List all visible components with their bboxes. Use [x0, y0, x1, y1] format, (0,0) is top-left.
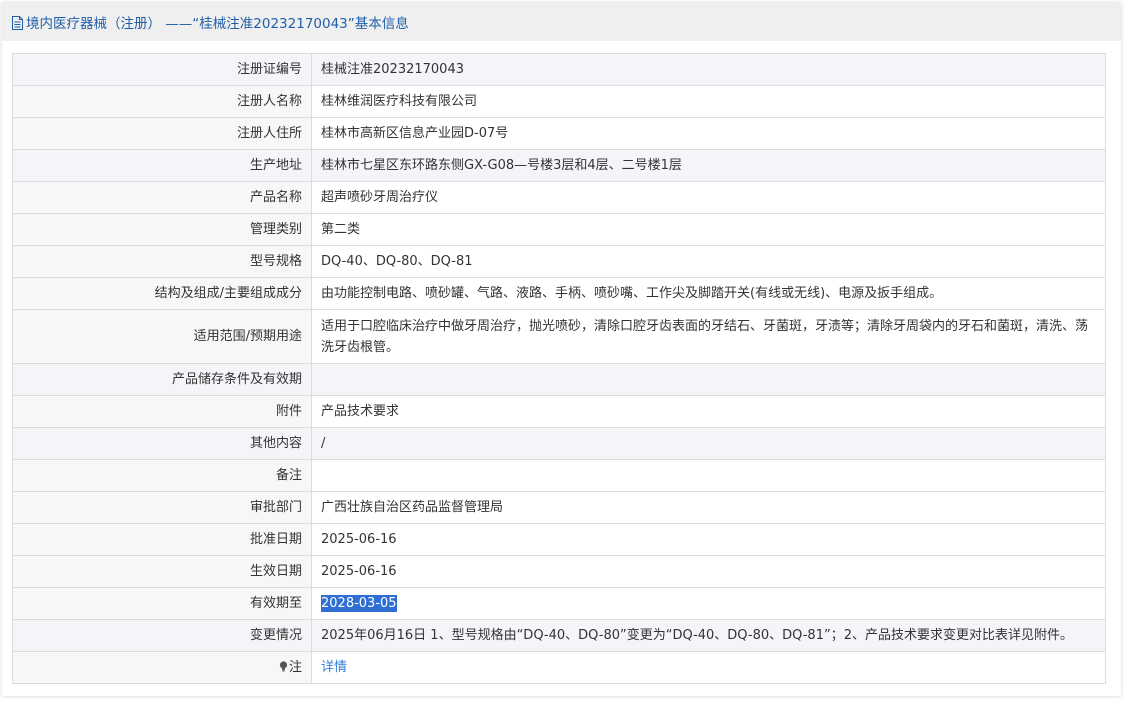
table-row: 产品储存条件及有效期 [12, 363, 1106, 396]
table-row: 适用范围/预期用途 适用于口腔临床治疗中做牙周治疗，抛光喷砂，清除口腔牙齿表面的… [12, 309, 1106, 364]
table-row: 管理类别 第二类 [12, 213, 1106, 246]
table-row: 有效期至 2028-03-05 [12, 587, 1106, 620]
details-link[interactable]: 详情 [321, 660, 347, 675]
field-label: 变更情况 [12, 619, 312, 652]
field-label: 其他内容 [12, 427, 312, 460]
field-value: DQ-40、DQ-80、DQ-81 [311, 245, 1106, 278]
table-row: 注 详情 [12, 651, 1106, 684]
field-value: / [311, 427, 1106, 460]
field-value: 第二类 [311, 213, 1106, 246]
field-label: 注册证编号 [12, 53, 312, 86]
table-row: 结构及组成/主要组成成分 由功能控制电路、喷砂罐、气路、液路、手柄、喷砂嘴、工作… [12, 277, 1106, 310]
note-label-cell: 注 [12, 651, 312, 684]
field-label: 附件 [12, 395, 312, 428]
field-label: 产品储存条件及有效期 [12, 363, 312, 396]
field-value: 广西壮族自治区药品监督管理局 [311, 491, 1106, 524]
field-value: 详情 [311, 651, 1106, 684]
table-row: 附件 产品技术要求 [12, 395, 1106, 428]
table-row: 注册人名称 桂林维润医疗科技有限公司 [12, 85, 1106, 118]
field-label: 注 [288, 660, 302, 675]
field-value: 桂林市高新区信息产业园D-07号 [311, 117, 1106, 150]
detail-table: 注册证编号 桂械注准20232170043 注册人名称 桂林维润医疗科技有限公司… [12, 53, 1106, 684]
field-label: 生产地址 [12, 149, 312, 182]
field-value: 由功能控制电路、喷砂罐、气路、液路、手柄、喷砂嘴、工作尖及脚踏开关(有线或无线)… [311, 277, 1106, 310]
field-value [311, 459, 1106, 492]
table-row: 审批部门 广西壮族自治区药品监督管理局 [12, 491, 1106, 524]
table-row: 型号规格 DQ-40、DQ-80、DQ-81 [12, 245, 1106, 278]
table-row: 产品名称 超声喷砂牙周治疗仪 [12, 181, 1106, 214]
table-row: 生效日期 2025-06-16 [12, 555, 1106, 588]
field-label: 适用范围/预期用途 [12, 309, 312, 364]
lightbulb-icon [279, 661, 288, 672]
field-label: 注册人住所 [12, 117, 312, 150]
field-value: 桂林维润医疗科技有限公司 [311, 85, 1106, 118]
selected-text: 2028-03-05 [321, 595, 397, 612]
table-row: 备注 [12, 459, 1106, 492]
table-row: 批准日期 2025-06-16 [12, 523, 1106, 556]
field-label: 备注 [12, 459, 312, 492]
field-value: 2025-06-16 [311, 523, 1106, 556]
field-value: 桂械注准20232170043 [311, 53, 1106, 86]
field-value [311, 363, 1106, 396]
field-label: 审批部门 [12, 491, 312, 524]
field-value: 适用于口腔临床治疗中做牙周治疗，抛光喷砂，清除口腔牙齿表面的牙结石、牙菌斑，牙渍… [311, 309, 1106, 364]
info-panel: 境内医疗器械（注册） ——“桂械注准20232170043”基本信息 注册证编号… [2, 3, 1121, 696]
page-title: 境内医疗器械（注册） ——“桂械注准20232170043”基本信息 [26, 16, 409, 32]
field-value: 超声喷砂牙周治疗仪 [311, 181, 1106, 214]
document-icon [12, 16, 23, 30]
field-label: 型号规格 [12, 245, 312, 278]
field-label: 有效期至 [12, 587, 312, 620]
table-row: 注册证编号 桂械注准20232170043 [12, 53, 1106, 86]
table-row: 生产地址 桂林市七星区东环路东侧GX-G08—号楼3层和4层、二号楼1层 [12, 149, 1106, 182]
field-value: 桂林市七星区东环路东侧GX-G08—号楼3层和4层、二号楼1层 [311, 149, 1106, 182]
field-label: 批准日期 [12, 523, 312, 556]
field-value: 产品技术要求 [311, 395, 1106, 428]
field-value: 2028-03-05 [311, 587, 1106, 620]
field-label: 管理类别 [12, 213, 312, 246]
table-row: 注册人住所 桂林市高新区信息产业园D-07号 [12, 117, 1106, 150]
panel-header: 境内医疗器械（注册） ——“桂械注准20232170043”基本信息 [2, 3, 1121, 41]
field-label: 结构及组成/主要组成成分 [12, 277, 312, 310]
table-row: 其他内容 / [12, 427, 1106, 460]
table-row: 变更情况 2025年06月16日 1、型号规格由“DQ-40、DQ-80”变更为… [12, 619, 1106, 652]
field-value: 2025-06-16 [311, 555, 1106, 588]
field-value: 2025年06月16日 1、型号规格由“DQ-40、DQ-80”变更为“DQ-4… [311, 619, 1106, 652]
field-label: 注册人名称 [12, 85, 312, 118]
field-label: 产品名称 [12, 181, 312, 214]
field-label: 生效日期 [12, 555, 312, 588]
